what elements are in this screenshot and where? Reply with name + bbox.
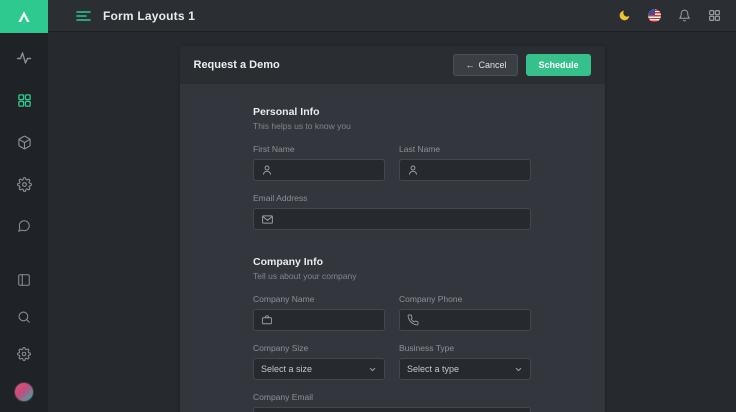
section-title: Company Info [253, 256, 531, 268]
card-actions: ← Cancel Schedule [453, 54, 590, 76]
sidebar-nav [15, 49, 33, 235]
email-label: Email Address [253, 193, 531, 203]
sidebar-item-chat[interactable] [15, 217, 33, 235]
company-info-section-header: Company Info Tell us about your company [253, 256, 531, 281]
theme-toggle[interactable] [617, 8, 632, 23]
card-title: Request a Demo [194, 59, 280, 71]
business-type-label: Business Type [399, 343, 531, 353]
back-arrow-icon: ← [465, 60, 474, 70]
selected-value: Select a type [407, 364, 459, 374]
cancel-button[interactable]: ← Cancel [453, 54, 518, 76]
cancel-button-label: Cancel [478, 60, 506, 70]
name-row: First Name Last Name [253, 144, 531, 181]
email-input[interactable] [253, 208, 531, 230]
last-name-label: Last Name [399, 144, 531, 154]
app-root: Form Layouts 1 [0, 0, 736, 412]
user-avatar[interactable] [14, 382, 34, 402]
language-selector[interactable] [647, 8, 662, 23]
logo-triangle-icon [16, 9, 32, 25]
company-email-field: Company Email [253, 392, 531, 412]
topbar: Form Layouts 1 [48, 0, 736, 32]
first-name-label: First Name [253, 144, 385, 154]
business-type-field: Business Type Select a type [399, 343, 531, 380]
selected-value: Select a size [261, 364, 312, 374]
company-size-select[interactable]: Select a size [253, 358, 385, 380]
notifications-button[interactable] [677, 8, 692, 23]
company-size-field: Company Size Select a size [253, 343, 385, 380]
company-name-label: Company Name [253, 294, 385, 304]
topbar-actions [617, 8, 722, 23]
search-icon [17, 310, 31, 324]
briefcase-icon [261, 314, 273, 326]
gear-icon [17, 347, 31, 361]
company-email-label: Company Email [253, 392, 531, 402]
page-title: Form Layouts 1 [103, 9, 195, 23]
demo-request-form: Personal Info This helps us to know you … [253, 106, 531, 412]
apps-menu-button[interactable] [707, 8, 722, 23]
sidebar-item-layout[interactable] [15, 271, 33, 289]
person-icon [407, 164, 419, 176]
first-name-input[interactable] [253, 159, 385, 181]
bell-icon [678, 9, 691, 22]
sidebar-item-settings[interactable] [15, 345, 33, 363]
chevron-down-icon [368, 365, 377, 374]
envelope-icon [261, 213, 274, 226]
first-name-field: First Name [253, 144, 385, 181]
company-email-input[interactable] [253, 407, 531, 412]
section-subtitle: Tell us about your company [253, 271, 531, 281]
person-icon [261, 164, 273, 176]
last-name-field: Last Name [399, 144, 531, 181]
business-type-select[interactable]: Select a type [399, 358, 531, 380]
sidebar-bottom [14, 271, 34, 412]
company-row: Company Name Com [253, 294, 531, 331]
phone-icon [407, 314, 419, 326]
company-name-input[interactable] [253, 309, 385, 331]
sidebar-item-box[interactable] [15, 133, 33, 151]
card-header: Request a Demo ← Cancel Schedule [180, 46, 605, 84]
section-title: Personal Info [253, 106, 531, 118]
grid-icon [17, 93, 32, 108]
app-logo[interactable] [0, 0, 48, 33]
us-flag-icon [648, 9, 661, 22]
last-name-input[interactable] [399, 159, 531, 181]
company-phone-input[interactable] [399, 309, 531, 331]
activity-icon [16, 50, 32, 66]
email-field: Email Address [253, 193, 531, 230]
company-name-field: Company Name [253, 294, 385, 331]
company-phone-field: Company Phone [399, 294, 531, 331]
card-body: Personal Info This helps us to know you … [180, 84, 605, 412]
sidebar [0, 0, 48, 412]
chevron-down-icon [514, 365, 523, 374]
chat-icon [17, 219, 31, 233]
sidebar-item-gear[interactable] [15, 175, 33, 193]
moon-icon [618, 9, 631, 22]
sidebar-item-activity[interactable] [15, 49, 33, 67]
sidebar-item-grid[interactable] [15, 91, 33, 109]
company-phone-label: Company Phone [399, 294, 531, 304]
menu-toggle-icon[interactable] [76, 10, 91, 22]
personal-info-section-header: Personal Info This helps us to know you [253, 106, 531, 131]
gear-icon [17, 177, 32, 192]
apps-grid-icon [708, 9, 721, 22]
schedule-button[interactable]: Schedule [526, 54, 590, 76]
select-row: Company Size Select a size [253, 343, 531, 380]
section-subtitle: This helps us to know you [253, 121, 531, 131]
company-size-label: Company Size [253, 343, 385, 353]
layout-icon [17, 273, 31, 287]
cube-icon [17, 135, 32, 150]
main-content: Request a Demo ← Cancel Schedule Persona… [48, 32, 736, 412]
request-demo-card: Request a Demo ← Cancel Schedule Persona… [180, 46, 605, 412]
sidebar-item-search[interactable] [15, 308, 33, 326]
